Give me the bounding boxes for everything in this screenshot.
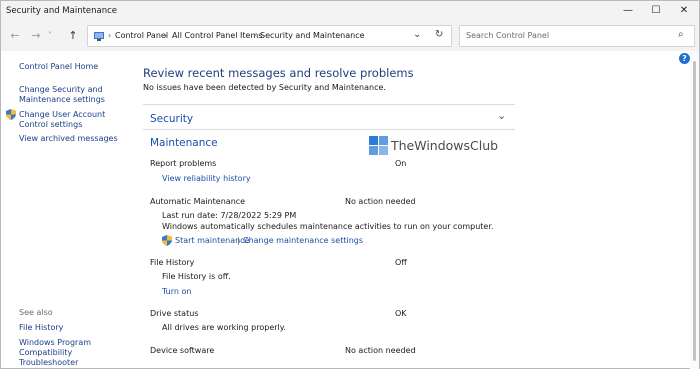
see-also-label: See also xyxy=(19,308,53,317)
watermark-text: TheWindowsClub xyxy=(391,138,499,153)
drive-status-description: All drives are working properly. xyxy=(162,323,286,332)
automatic-maintenance-status: No action needed xyxy=(345,197,416,206)
maintenance-section-header[interactable]: Maintenance xyxy=(150,137,218,149)
drive-status-value: OK xyxy=(395,309,407,318)
refresh-icon[interactable]: ↻ xyxy=(435,29,443,40)
maximize-button[interactable]: ☐ xyxy=(642,1,670,21)
search-box[interactable]: Search Control Panel ⌕ xyxy=(459,25,695,47)
page-subtitle: No issues have been detected by Security… xyxy=(143,83,386,92)
link-separator: | xyxy=(237,236,240,245)
file-history-label: File History xyxy=(150,258,195,267)
control-panel-icon xyxy=(93,31,105,44)
up-button[interactable]: ↑ xyxy=(65,28,81,44)
address-bar[interactable]: › Control Panel › All Control Panel Item… xyxy=(87,25,452,47)
sidebar-view-archived-messages[interactable]: View archived messages xyxy=(19,134,118,144)
turn-on-file-history-link[interactable]: Turn on xyxy=(162,287,191,296)
breadcrumb-control-panel[interactable]: Control Panel xyxy=(115,31,168,40)
search-input[interactable]: Search Control Panel xyxy=(466,31,549,40)
start-maintenance-shield-icon xyxy=(162,235,172,248)
close-button[interactable]: ✕ xyxy=(670,1,698,21)
view-reliability-history-link[interactable]: View reliability history xyxy=(162,174,251,183)
device-software-status: No action needed xyxy=(345,346,416,355)
last-run-date: Last run date: 7/28/2022 5:29 PM xyxy=(162,211,297,220)
security-divider xyxy=(143,104,515,105)
report-problems-status: On xyxy=(395,159,407,168)
search-icon[interactable]: ⌕ xyxy=(678,29,684,40)
maintenance-divider xyxy=(143,129,515,130)
scrollbar-thumb[interactable] xyxy=(693,61,696,361)
drive-status-label: Drive status xyxy=(150,309,199,318)
breadcrumb-all-items[interactable]: All Control Panel Items xyxy=(172,31,262,40)
breadcrumb-separator: › xyxy=(253,31,257,40)
file-history-status: Off xyxy=(395,258,407,267)
file-history-description: File History is off. xyxy=(162,272,231,281)
page-title: Review recent messages and resolve probl… xyxy=(143,66,414,80)
navigation-bar: ← → ˅ ↑ › Control Panel › All Control Pa… xyxy=(1,21,699,51)
recent-locations-dropdown[interactable]: ˅ xyxy=(45,28,55,44)
help-icon[interactable]: ? xyxy=(679,53,690,64)
see-also-file-history[interactable]: File History xyxy=(19,323,63,333)
breadcrumb-separator: › xyxy=(164,31,168,40)
address-dropdown-icon[interactable]: ⌄ xyxy=(413,29,421,40)
change-maintenance-settings-link[interactable]: Change maintenance settings xyxy=(243,236,363,245)
window: Security and Maintenance — ☐ ✕ ← → ˅ ↑ ›… xyxy=(0,0,700,369)
title-bar: Security and Maintenance — ☐ ✕ xyxy=(1,1,699,21)
sidebar-change-uac-settings[interactable]: Change User Account Control settings xyxy=(19,110,123,130)
breadcrumb-security-maintenance[interactable]: Security and Maintenance xyxy=(260,31,365,40)
automatic-maintenance-label: Automatic Maintenance xyxy=(150,197,246,206)
watermark-logo-icon xyxy=(369,136,388,155)
vertical-scrollbar[interactable] xyxy=(690,51,699,369)
see-also-compat-troubleshooter[interactable]: Windows Program Compatibility Troublesho… xyxy=(19,338,123,368)
minimize-button[interactable]: — xyxy=(614,1,642,21)
maintenance-description: Windows automatically schedules maintena… xyxy=(162,222,494,231)
breadcrumb-separator: › xyxy=(108,31,112,40)
device-software-label: Device software xyxy=(150,346,215,355)
security-section-header[interactable]: Security xyxy=(150,113,193,125)
sidebar-change-security-settings[interactable]: Change Security and Maintenance settings xyxy=(19,85,123,105)
sidebar-control-panel-home[interactable]: Control Panel Home xyxy=(19,62,98,72)
report-problems-label: Report problems xyxy=(150,159,217,168)
uac-shield-icon xyxy=(6,109,16,122)
forward-button[interactable]: → xyxy=(28,28,44,44)
back-button[interactable]: ← xyxy=(7,28,23,44)
window-title: Security and Maintenance xyxy=(6,6,118,16)
security-expand-chevron-icon[interactable]: ⌄ xyxy=(497,109,506,122)
